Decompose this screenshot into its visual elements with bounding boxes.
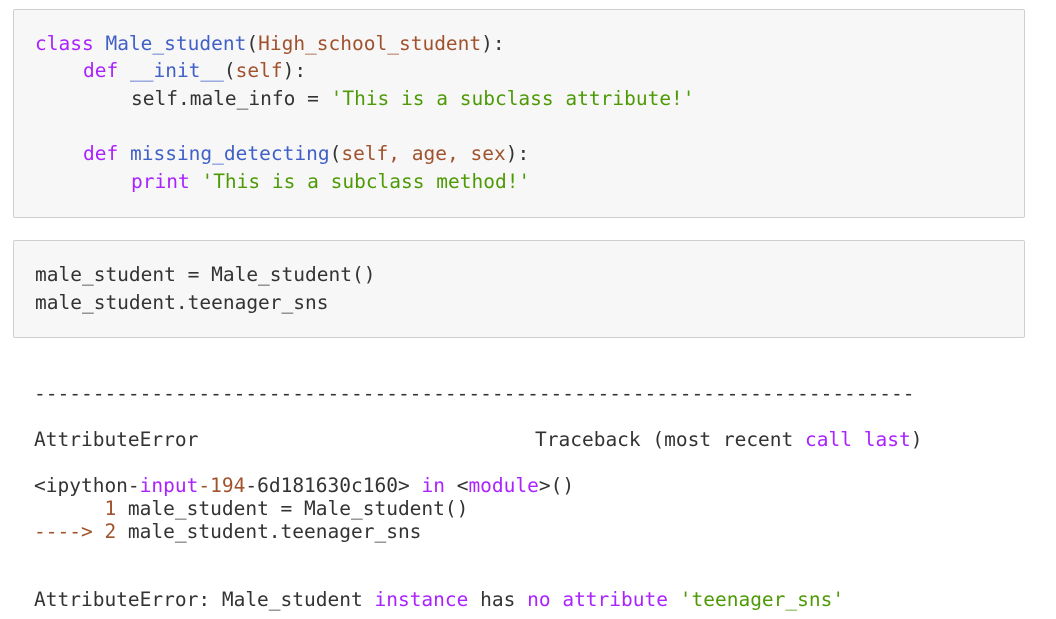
paren-close: ):	[505, 142, 530, 165]
arguments: self, age, sex	[341, 142, 506, 165]
traceback-label: Traceback (most recent	[535, 428, 806, 451]
paren-close: )	[910, 428, 923, 451]
traceback-label-last: last	[863, 428, 911, 451]
attribute-name-string: 'teenager_sns'	[679, 588, 845, 611]
input-ref-hash: -6d181630c160>	[245, 474, 422, 497]
paren-open: (	[223, 59, 236, 82]
error-arrow: ----> 2	[34, 520, 117, 543]
traceback-divider: ----------------------------------------…	[34, 382, 915, 405]
string-literal: 'This is a subclass method!'	[201, 170, 531, 193]
base-class-name: High_school_student	[258, 32, 482, 55]
input-ref-number: 194	[210, 474, 246, 497]
keyword-def: def	[83, 59, 119, 82]
function-name-init: __init__	[129, 59, 224, 82]
input-ref-bracket: <	[444, 474, 469, 497]
traceback-error-name: AttributeError	[34, 428, 199, 451]
code-line-print: print 'This is a subclass method!'	[131, 170, 530, 194]
paren-open: (	[246, 32, 259, 55]
keyword-class: class	[35, 32, 94, 55]
paren-close: ):	[481, 32, 505, 55]
paren-close: ):	[282, 59, 307, 82]
word-no: no	[527, 588, 551, 611]
traceback-code: male_student.teenager_sns	[116, 520, 422, 543]
final-error-message: AttributeError: Male_student instance ha…	[34, 588, 844, 612]
code-line-attribute-access: male_student.teenager_sns	[35, 291, 329, 314]
input-ref-dash: -	[198, 474, 211, 497]
input-ref-in: in	[421, 474, 445, 497]
code-line-class: class Male_student(High_school_student):	[35, 32, 505, 56]
traceback-header: Traceback (most recent call last)	[535, 428, 922, 452]
word-has: has	[468, 588, 528, 611]
word-attribute: attribute	[562, 588, 668, 611]
traceback-label-call: call	[805, 428, 852, 451]
traceback-line-2: ----> 2 male_student.teenager_sns	[34, 520, 421, 544]
keyword-def: def	[83, 142, 119, 165]
line-number: 1	[34, 497, 117, 520]
keyword-print: print	[131, 170, 190, 193]
paren-open: (	[329, 142, 342, 165]
final-error-prefix: AttributeError: Male_student	[34, 588, 375, 611]
code-cell-instantiation[interactable]: male_student = Male_student() male_stude…	[13, 240, 1025, 338]
input-ref-module: module	[468, 474, 539, 497]
code-line-instantiate: male_student = Male_student()	[35, 263, 376, 286]
traceback-line-1: 1 male_student = Male_student()	[34, 497, 468, 521]
function-name-missing-detecting: missing_detecting	[129, 142, 330, 165]
cell-output-traceback: ----------------------------------------…	[34, 378, 1024, 619]
code-line-init-def: def __init__(self):	[83, 59, 306, 83]
input-ref-prefix: <ipython-	[34, 474, 140, 497]
input-ref-end: >()	[538, 474, 575, 497]
string-literal: 'This is a subclass attribute!'	[330, 87, 695, 110]
argument-self: self	[235, 59, 283, 82]
code-line-assignment: self.male_info = 'This is a subclass att…	[131, 87, 695, 111]
input-ref-input: input	[139, 474, 199, 497]
code-line-method-def: def missing_detecting(self, age, sex):	[83, 142, 529, 166]
word-instance: instance	[374, 588, 469, 611]
class-name: Male_student	[105, 32, 247, 55]
assignment-target: self.male_info =	[131, 87, 331, 110]
traceback-code: male_student = Male_student()	[116, 497, 469, 520]
code-cell-class-definition[interactable]: class Male_student(High_school_student):…	[13, 9, 1025, 218]
traceback-input-ref: <ipython-input-194-6d181630c160> in <mod…	[34, 474, 574, 498]
